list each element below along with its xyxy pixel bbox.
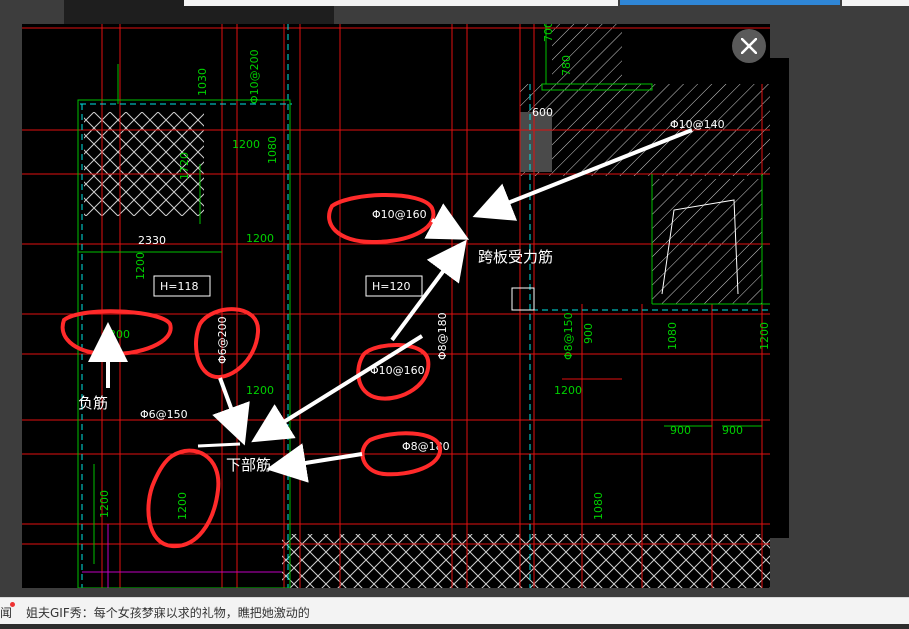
column-block: [520, 112, 552, 172]
hatched-strip-bottom: [282, 534, 770, 588]
dim-1080-c: 1080: [592, 492, 605, 520]
top-tab-active: [620, 0, 840, 5]
dim-1720: 1720: [178, 152, 191, 180]
label-bottom-rebar: 下部筋: [226, 456, 271, 474]
close-button[interactable]: [732, 29, 766, 63]
close-icon: [741, 38, 757, 54]
dim-1030: 1030: [196, 68, 209, 96]
dim-1200-e: 1200: [554, 384, 582, 397]
dim-900-b: 900: [670, 424, 691, 437]
image-edge: [770, 58, 789, 538]
dim-700: 700: [542, 24, 555, 42]
section-label-h118: H=118: [160, 280, 198, 293]
dim-1080: 1080: [266, 136, 279, 164]
top-tab-light: [184, 0, 400, 6]
dim-1080-b: 1080: [666, 322, 679, 350]
arrow-tail: [197, 442, 241, 448]
news-headline-link[interactable]: 姐夫GIF秀：每个女孩梦寐以求的礼物，瞧把她激动的: [26, 604, 310, 621]
rebar-label-f: Φ8@180: [436, 312, 449, 360]
dim-1200-a: 1200: [232, 138, 260, 151]
rebar-label-b: Φ10@160: [370, 364, 425, 377]
image-viewer: 1030 Φ10@200 1080 1720 1200 2330 1200 12…: [22, 24, 770, 588]
small-box: [511, 287, 535, 311]
dim-900-c: 900: [722, 424, 743, 437]
section-label-h120: H=120: [372, 280, 410, 293]
rebar-label-d: Φ6@150: [140, 408, 188, 421]
rebar-label-e: Φ6@200: [216, 316, 229, 364]
dim-1200-f: 1200: [98, 490, 111, 518]
rebar-label-c: Φ8@180: [402, 440, 450, 453]
dim-rebar-8-150: Φ8@150: [562, 312, 575, 360]
dim-rebar-10-200: Φ10@200: [248, 49, 261, 104]
label-negative-rebar: 负筋: [78, 394, 108, 412]
top-tab-light-2: [400, 0, 618, 6]
hatched-opening-right: [652, 179, 762, 304]
dim-1200-c: 1200: [134, 252, 147, 280]
value-600: 600: [532, 106, 553, 119]
cad-drawing-image: 1030 Φ10@200 1080 1720 1200 2330 1200 12…: [22, 24, 770, 588]
dim-900-a: 900: [582, 323, 595, 344]
dim-780: 780: [560, 55, 573, 76]
dim-1200-g: 1200: [758, 322, 770, 350]
magenta-lines: [82, 524, 282, 588]
new-dot-icon: [10, 602, 15, 607]
rebar-top-right: Φ10@140: [670, 118, 725, 131]
news-ticker-bar: 闻 姐夫GIF秀：每个女孩梦寐以求的礼物，瞧把她激动的: [0, 597, 909, 629]
top-tab-light-3: [842, 0, 909, 6]
dim-2330: 2330: [138, 234, 166, 247]
taskbar-strip: [0, 624, 909, 629]
browser-top-strip: [0, 0, 909, 24]
bottom-rebar-length: 1200: [176, 492, 189, 520]
dim-1200-b: 1200: [246, 232, 274, 245]
label-span-rebar: 跨板受力筋: [478, 248, 553, 266]
dim-1200-d: 1200: [246, 384, 274, 397]
rebar-label-a: Φ10@160: [372, 208, 427, 221]
